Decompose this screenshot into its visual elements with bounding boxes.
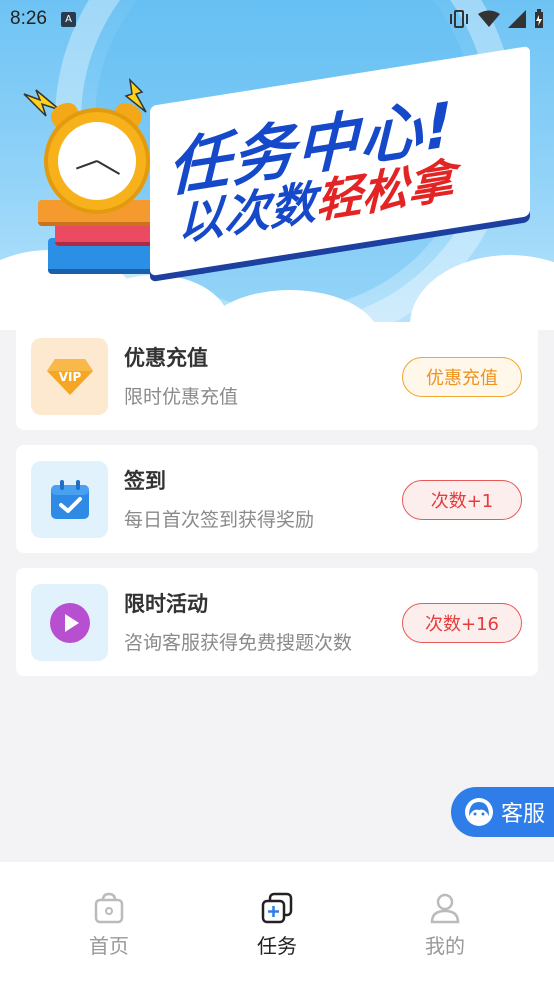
tab-tasks[interactable]: 任务 bbox=[237, 892, 317, 959]
alarm-clock-icon bbox=[44, 108, 150, 214]
task-subtitle: 咨询客服获得免费搜题次数 bbox=[124, 632, 353, 654]
wifi-icon bbox=[478, 10, 500, 27]
tab-mine[interactable]: 我的 bbox=[405, 892, 485, 959]
status-bar: 8:26 A bbox=[0, 0, 554, 38]
vip-diamond-icon: VIP bbox=[31, 338, 108, 415]
calendar-check-icon bbox=[31, 461, 108, 538]
signal-icon bbox=[508, 10, 526, 28]
task-title: 签到 bbox=[124, 469, 166, 493]
task-add-icon bbox=[261, 892, 293, 924]
tab-label: 我的 bbox=[425, 934, 465, 958]
customer-service-button[interactable]: 客服 bbox=[451, 787, 554, 837]
status-icons bbox=[448, 9, 544, 29]
battery-icon bbox=[535, 9, 543, 28]
task-subtitle: 每日首次签到获得奖励 bbox=[124, 509, 315, 531]
service-label: 客服 bbox=[501, 802, 546, 827]
task-title: 优惠充值 bbox=[124, 346, 208, 370]
home-bag-icon bbox=[93, 892, 125, 924]
service-avatar-icon bbox=[465, 798, 493, 826]
task-title: 限时活动 bbox=[124, 592, 208, 616]
app-notification-icon: A bbox=[60, 11, 76, 27]
task-card-checkin: 签到 每日首次签到获得奖励 次数+1 bbox=[16, 445, 538, 553]
tab-home[interactable]: 首页 bbox=[69, 892, 149, 959]
checkin-reward-button[interactable]: 次数+1 bbox=[402, 480, 522, 520]
user-icon bbox=[429, 892, 461, 924]
task-subtitle: 限时优惠充值 bbox=[124, 386, 239, 408]
task-card-activity: 限时活动 咨询客服获得免费搜题次数 次数+16 bbox=[16, 568, 538, 676]
svg-text:VIP: VIP bbox=[58, 370, 81, 384]
activity-reward-button[interactable]: 次数+16 bbox=[402, 603, 522, 643]
tab-label: 首页 bbox=[89, 934, 129, 958]
recharge-button[interactable]: 优惠充值 bbox=[402, 357, 522, 397]
task-card-recharge: VIP 优惠充值 限时优惠充值 优惠充值 bbox=[16, 322, 538, 430]
status-time: 8:26 bbox=[10, 8, 47, 29]
tab-label: 任务 bbox=[257, 934, 297, 958]
task-center-banner: 任务中心! 以次数轻松拿 bbox=[0, 0, 554, 330]
play-circle-icon bbox=[31, 584, 108, 661]
bottom-tab-bar: 首页 任务 我的 bbox=[0, 862, 554, 984]
vibrate-icon bbox=[450, 10, 468, 28]
